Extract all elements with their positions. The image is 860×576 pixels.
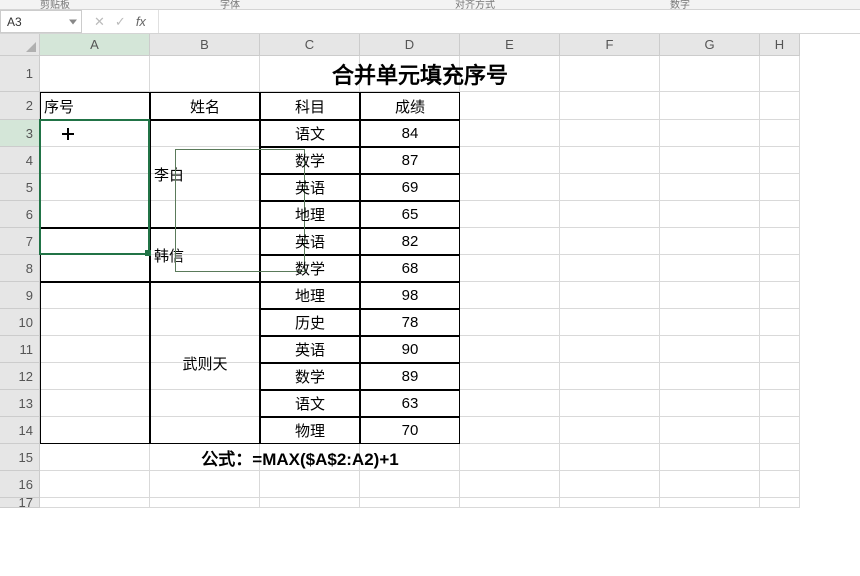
formula-note[interactable]: 公式：=MAX($A$2:A2)+1 [40, 444, 560, 471]
row-header-10[interactable]: 10 [0, 309, 39, 336]
header-subj[interactable]: 科目 [260, 92, 360, 120]
row-header-1[interactable]: 1 [0, 56, 39, 92]
col-header-B[interactable]: B [150, 34, 260, 55]
col-header-E[interactable]: E [460, 34, 560, 55]
header-score[interactable]: 成绩 [360, 92, 460, 120]
name-box-value: A3 [7, 15, 22, 29]
score-cell[interactable]: 63 [360, 390, 460, 417]
cancel-icon[interactable]: ✕ [94, 14, 105, 30]
cross-cursor-icon [62, 128, 74, 140]
spreadsheet: ABCDEFGH 1234567891011121314151617 合并单元填… [0, 34, 860, 574]
row-header-7[interactable]: 7 [0, 228, 39, 255]
score-cell[interactable]: 68 [360, 255, 460, 282]
score-cell[interactable]: 70 [360, 417, 460, 444]
subject-cell[interactable]: 语文 [260, 120, 360, 147]
row-header-3[interactable]: 3 [0, 120, 39, 147]
subject-cell[interactable]: 地理 [260, 201, 360, 228]
formula-input[interactable] [159, 10, 860, 33]
row-header-14[interactable]: 14 [0, 417, 39, 444]
score-cell[interactable]: 78 [360, 309, 460, 336]
formula-bar: A3 ✕ ✓ fx [0, 10, 860, 34]
col-header-D[interactable]: D [360, 34, 460, 55]
score-cell[interactable]: 82 [360, 228, 460, 255]
col-header-G[interactable]: G [660, 34, 760, 55]
name-cell-libai[interactable]: 李白 [150, 120, 260, 228]
fx-icon[interactable]: fx [136, 14, 146, 29]
chevron-down-icon [69, 19, 77, 24]
row-header-11[interactable]: 11 [0, 336, 39, 363]
row-header-16[interactable]: 16 [0, 471, 39, 498]
row-header-5[interactable]: 5 [0, 174, 39, 201]
title-cell[interactable]: 合并单元填充序号 [40, 56, 800, 92]
header-name[interactable]: 姓名 [150, 92, 260, 120]
header-seq[interactable]: 序号 [40, 92, 150, 120]
subject-cell[interactable]: 英语 [260, 174, 360, 201]
ribbon-label: 数字 [670, 0, 690, 11]
row-header-15[interactable]: 15 [0, 444, 39, 471]
score-cell[interactable]: 98 [360, 282, 460, 309]
select-all-corner[interactable] [0, 34, 40, 56]
score-cell[interactable]: 87 [360, 147, 460, 174]
name-box[interactable]: A3 [0, 10, 82, 33]
name-cell-wuzetian[interactable]: 武则天 [150, 282, 260, 444]
ribbon-label: 字体 [220, 0, 240, 11]
formula-controls: ✕ ✓ fx [82, 10, 159, 33]
subject-cell[interactable]: 地理 [260, 282, 360, 309]
row-header-12[interactable]: 12 [0, 363, 39, 390]
name-cell-hanxin[interactable]: 韩信 [150, 228, 260, 282]
row-header-17[interactable]: 17 [0, 498, 39, 508]
ribbon-label: 对齐方式 [455, 0, 495, 11]
subject-cell[interactable]: 英语 [260, 336, 360, 363]
subject-cell[interactable]: 英语 [260, 228, 360, 255]
row-header-2[interactable]: 2 [0, 92, 39, 120]
score-cell[interactable]: 65 [360, 201, 460, 228]
subject-cell[interactable]: 物理 [260, 417, 360, 444]
row-header-8[interactable]: 8 [0, 255, 39, 282]
subject-cell[interactable]: 数学 [260, 147, 360, 174]
subject-cell[interactable]: 语文 [260, 390, 360, 417]
score-cell[interactable]: 84 [360, 120, 460, 147]
row-header-13[interactable]: 13 [0, 390, 39, 417]
ribbon-group-labels: 剪贴板 字体 对齐方式 数字 [0, 0, 860, 10]
col-header-F[interactable]: F [560, 34, 660, 55]
column-headers: ABCDEFGH [40, 34, 800, 56]
col-header-H[interactable]: H [760, 34, 800, 55]
score-cell[interactable]: 69 [360, 174, 460, 201]
col-header-C[interactable]: C [260, 34, 360, 55]
row-header-6[interactable]: 6 [0, 201, 39, 228]
active-cell-outline [39, 119, 150, 255]
subject-cell[interactable]: 数学 [260, 363, 360, 390]
subject-cell[interactable]: 数学 [260, 255, 360, 282]
col-header-A[interactable]: A [40, 34, 150, 55]
row-header-9[interactable]: 9 [0, 282, 39, 309]
score-cell[interactable]: 89 [360, 363, 460, 390]
confirm-icon[interactable]: ✓ [115, 14, 126, 30]
row-headers: 1234567891011121314151617 [0, 56, 40, 508]
row-header-4[interactable]: 4 [0, 147, 39, 174]
score-cell[interactable]: 90 [360, 336, 460, 363]
subject-cell[interactable]: 历史 [260, 309, 360, 336]
